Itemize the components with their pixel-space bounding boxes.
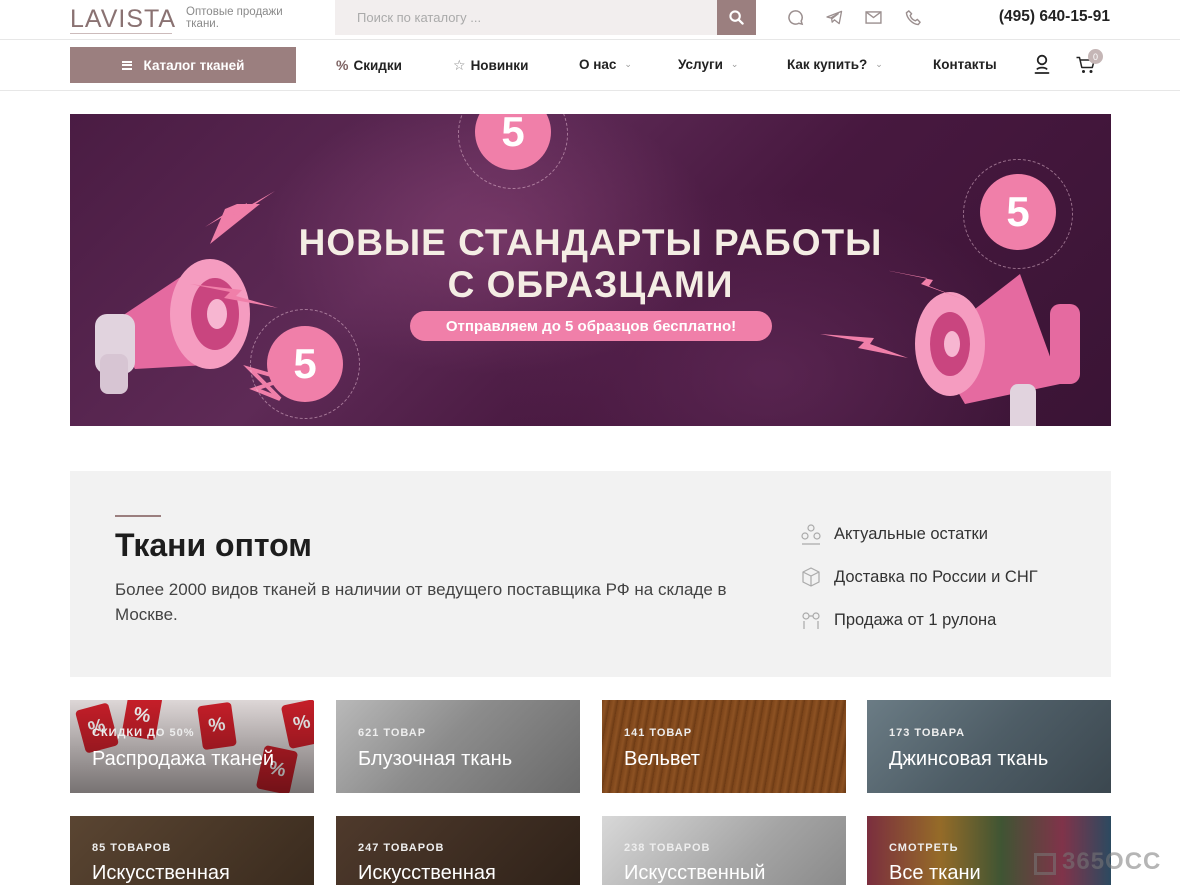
category-count: 247 ТОВАРОВ — [358, 842, 445, 854]
logo[interactable]: LAVISTA — [70, 5, 176, 34]
telegram-icon[interactable] — [825, 8, 843, 26]
category-tile-artificial-1[interactable]: 85 ТОВАРОВ Искусственная — [70, 816, 314, 885]
category-tile-artificial-2[interactable]: 247 ТОВАРОВ Искусственная — [336, 816, 580, 885]
watermark-logo — [1034, 853, 1056, 875]
percent-icon: % — [336, 57, 349, 73]
category-tile-artificial-3[interactable]: 238 ТОВАРОВ Искусственный — [602, 816, 846, 885]
category-tile-blouse[interactable]: 621 ТОВАР Блузочная ткань — [336, 700, 580, 793]
category-count: СКИДКИ ДО 50% — [92, 727, 195, 739]
category-count: 621 ТОВАР — [358, 727, 427, 739]
feature-item: Продажа от 1 рулона — [800, 609, 996, 631]
phone-call-icon[interactable] — [904, 8, 922, 26]
tagline: Оптовые продажи ткани. — [186, 6, 283, 30]
menu-icon — [121, 60, 132, 70]
nav-item-about[interactable]: О нас ⌄ — [579, 57, 632, 72]
watermark: 365OCC — [1062, 848, 1162, 875]
section-title: Ткани оптом — [115, 527, 312, 563]
lightning-icon — [820, 334, 908, 358]
category-count: 173 ТОВАРА — [889, 727, 966, 739]
top-header: LAVISTA Оптовые продажи ткани. (495) 640… — [0, 0, 1180, 40]
category-name: Распродажа тканей — [92, 748, 275, 770]
nav-item-new[interactable]: ☆ Новинки — [453, 57, 528, 74]
category-name: Вельвет — [624, 748, 700, 770]
nav-item-label: Как купить? — [787, 57, 868, 72]
nav-item-label: Новинки — [470, 58, 529, 73]
stock-icon — [800, 523, 822, 545]
user-icon[interactable] — [1034, 54, 1050, 74]
banner-title: НОВЫЕ СТАНДАРТЫ РАБОТЫ С ОБРАЗЦАМИ — [70, 222, 1111, 306]
search-button[interactable] — [717, 0, 756, 35]
feature-label: Актуальные остатки — [834, 524, 988, 543]
promo-banner[interactable]: 5 5 5 НОВЫЕ СТАНДАРТЫ РАБОТЫ С ОБРАЗЦАМИ… — [70, 114, 1111, 426]
banner-pill: Отправляем до 5 образцов бесплатно! — [410, 311, 772, 341]
category-tile-velvet[interactable]: 141 ТОВАР Вельвет — [602, 700, 846, 793]
nav-item-services[interactable]: Услуги ⌄ — [678, 57, 738, 72]
category-count: 85 ТОВАРОВ — [92, 842, 172, 854]
chevron-down-icon: ⌄ — [875, 59, 883, 69]
banner-title-line: НОВЫЕ СТАНДАРТЫ РАБОТЫ — [298, 222, 883, 263]
catalog-button[interactable]: Каталог тканей — [70, 47, 296, 83]
feature-label: Продажа от 1 рулона — [834, 610, 997, 629]
section-description: Более 2000 видов тканей в наличии от вед… — [115, 580, 727, 624]
catalog-button-label: Каталог тканей — [143, 57, 245, 73]
feature-item: Доставка по России и СНГ — [800, 566, 1038, 588]
phone-number[interactable]: (495) 640-15-91 — [999, 8, 1110, 26]
category-count: 238 ТОВАРОВ — [624, 842, 711, 854]
category-name: Блузочная ткань — [358, 748, 513, 770]
search-icon — [729, 10, 744, 25]
chevron-down-icon: ⌄ — [730, 59, 739, 69]
category-tile-denim[interactable]: 173 ТОВАРА Джинсовая ткань — [867, 700, 1111, 793]
search-input[interactable] — [335, 0, 717, 35]
nav-item-label: Скидки — [353, 57, 402, 73]
roll-icon — [800, 609, 822, 631]
chevron-down-icon: ⌄ — [624, 59, 632, 69]
box-icon — [800, 566, 822, 588]
badge-five: 5 — [267, 326, 343, 402]
category-name: Искусственный — [624, 862, 766, 884]
feature-label: Доставка по России и СНГ — [834, 567, 1038, 586]
nav-item-label: О нас — [579, 57, 617, 72]
star-icon: ☆ — [453, 57, 466, 73]
category-tile-sale[interactable]: % % % % % СКИДКИ ДО 50% Распродажа ткане… — [70, 700, 314, 793]
category-name: Искусственная — [358, 862, 496, 884]
banner-title-line: С ОБРАЗЦАМИ — [447, 264, 734, 305]
nav-item-contacts[interactable]: Контакты — [933, 57, 997, 72]
main-nav: Каталог тканей % Скидки ☆ Новинки О нас … — [0, 40, 1180, 91]
category-count: СМОТРЕТЬ — [889, 842, 959, 854]
category-count: 141 ТОВАР — [624, 727, 693, 739]
cart-count-badge: 0 — [1088, 49, 1103, 64]
search-bar — [335, 0, 756, 35]
category-name: Джинсовая ткань — [889, 748, 1049, 770]
nav-item-label: Контакты — [933, 57, 997, 72]
title-accent-line — [115, 515, 161, 517]
chat-icon[interactable] — [786, 8, 804, 26]
logo-underline — [70, 33, 172, 34]
nav-item-how-to-buy[interactable]: Как купить? ⌄ — [787, 57, 883, 72]
info-section: Ткани оптом Более 2000 видов тканей в на… — [70, 471, 1111, 677]
feature-item: Актуальные остатки — [800, 523, 988, 545]
nav-item-label: Услуги — [678, 57, 723, 72]
mail-icon[interactable] — [864, 8, 882, 26]
nav-item-discounts[interactable]: % Скидки — [336, 57, 402, 73]
category-name: Искусственная — [92, 862, 230, 884]
